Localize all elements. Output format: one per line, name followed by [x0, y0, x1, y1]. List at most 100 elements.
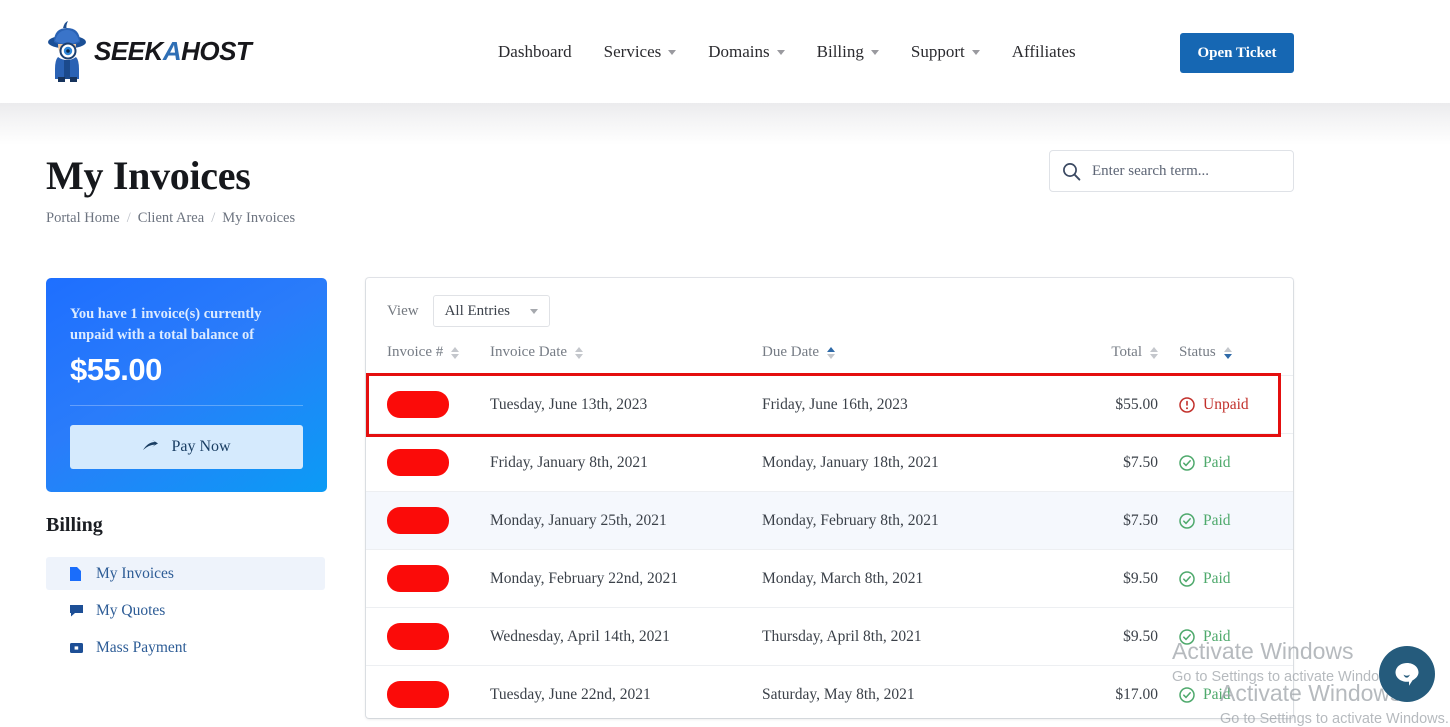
cell-due-date: Saturday, May 8th, 2021: [762, 666, 1040, 719]
table-header: Invoice # Invoice Date Due Date Total St…: [366, 336, 1293, 376]
cell-invoice-date: Tuesday, June 22nd, 2021: [490, 666, 762, 719]
status-label: Paid: [1203, 512, 1231, 530]
table-row[interactable]: Tuesday, June 22nd, 2021 Saturday, May 8…: [366, 666, 1293, 719]
breadcrumb-item-client-area[interactable]: Client Area: [138, 210, 204, 227]
redacted-invoice-number: [387, 681, 449, 708]
sidebar-item-my-invoices[interactable]: My Invoices: [46, 557, 325, 590]
nav-item-domains[interactable]: Domains: [692, 0, 800, 103]
invoices-table: Invoice # Invoice Date Due Date Total St…: [366, 336, 1293, 718]
cell-total: $55.00: [1040, 376, 1158, 434]
breadcrumb-item-portal-home[interactable]: Portal Home: [46, 210, 120, 227]
cell-due-date: Thursday, April 8th, 2021: [762, 608, 1040, 666]
chevron-down-icon: [871, 50, 879, 55]
column-label: Status: [1179, 344, 1216, 361]
nav-item-affiliates[interactable]: Affiliates: [996, 0, 1092, 103]
column-header-status[interactable]: Status: [1158, 336, 1293, 376]
search-input[interactable]: [1092, 151, 1281, 191]
page-title: My Invoices: [46, 152, 250, 199]
column-label: Total: [1111, 344, 1142, 361]
breadcrumb-item-my-invoices[interactable]: My Invoices: [222, 210, 295, 227]
cell-status: Paid: [1158, 608, 1293, 666]
chevron-down-icon: [668, 50, 676, 55]
chat-widget-button[interactable]: [1379, 646, 1435, 702]
column-header-total[interactable]: Total: [1040, 336, 1158, 376]
sort-icon-active-desc[interactable]: [1224, 347, 1232, 359]
sort-icon[interactable]: [451, 347, 459, 359]
nav-item-support[interactable]: Support: [895, 0, 996, 103]
unpaid-balance-message: You have 1 invoice(s) currently unpaid w…: [70, 304, 303, 346]
pay-now-button[interactable]: Pay Now: [70, 425, 303, 469]
nav-label: Dashboard: [498, 0, 572, 103]
nav-item-services[interactable]: Services: [588, 0, 693, 103]
cell-total: $7.50: [1040, 492, 1158, 550]
view-entries-select[interactable]: All Entries: [433, 295, 550, 327]
table-row[interactable]: Wednesday, April 14th, 2021 Thursday, Ap…: [366, 608, 1293, 666]
sidebar-item-mass-payment[interactable]: Mass Payment: [46, 631, 325, 664]
document-icon: [70, 567, 83, 581]
table-body: Tuesday, June 13th, 2023 Friday, June 16…: [366, 376, 1293, 719]
chat-bubble-icon: [1392, 659, 1422, 689]
arrow-right-icon: [142, 440, 159, 454]
search-box[interactable]: [1049, 150, 1294, 192]
brand-wordmark: SEEKAHOST: [94, 20, 251, 82]
cell-due-date: Monday, February 8th, 2021: [762, 492, 1040, 550]
table-toolbar: View All Entries: [366, 286, 1293, 336]
cell-invoice-date: Friday, January 8th, 2021: [490, 434, 762, 492]
nav-label: Domains: [708, 0, 769, 103]
brand-logo[interactable]: SEEKAHOST: [46, 20, 251, 82]
view-label: View: [387, 303, 419, 320]
check-circle-icon: [1179, 455, 1195, 471]
cell-status: Paid: [1158, 666, 1293, 719]
cell-invoice-number[interactable]: [366, 434, 490, 492]
check-circle-icon: [1179, 687, 1195, 703]
table-row[interactable]: Monday, January 25th, 2021 Monday, Febru…: [366, 492, 1293, 550]
brand-text-1: SEEK: [94, 36, 163, 66]
check-circle-icon: [1179, 571, 1195, 587]
cell-invoice-number[interactable]: [366, 376, 490, 434]
column-header-due-date[interactable]: Due Date: [762, 336, 1040, 376]
cell-total: $9.50: [1040, 550, 1158, 608]
sort-icon[interactable]: [1150, 347, 1158, 359]
sidebar-heading: Billing: [46, 514, 103, 537]
site-header: SEEKAHOST Dashboard Services Domains Bil…: [0, 0, 1450, 103]
open-ticket-button[interactable]: Open Ticket: [1180, 33, 1294, 73]
cell-invoice-number[interactable]: [366, 492, 490, 550]
table-row[interactable]: Tuesday, June 13th, 2023 Friday, June 16…: [366, 376, 1293, 434]
credit-card-icon: [70, 643, 83, 653]
brand-text-accent: A: [163, 36, 181, 66]
cell-invoice-number[interactable]: [366, 608, 490, 666]
column-label: Invoice #: [387, 344, 443, 361]
comment-flag-icon: [70, 605, 83, 617]
sidebar-item-my-quotes[interactable]: My Quotes: [46, 594, 325, 627]
table-row[interactable]: Monday, February 22nd, 2021 Monday, Marc…: [366, 550, 1293, 608]
cell-invoice-number[interactable]: [366, 550, 490, 608]
search-icon: [1062, 162, 1081, 181]
nav-item-dashboard[interactable]: Dashboard: [498, 0, 588, 103]
nav-label: Support: [911, 0, 965, 103]
cell-status: Paid: [1158, 434, 1293, 492]
cell-status: Unpaid: [1158, 376, 1293, 434]
sidebar-nav: My Invoices My Quotes Mass Payment: [46, 557, 325, 668]
sidebar-item-label: Mass Payment: [96, 639, 187, 657]
redacted-invoice-number: [387, 449, 449, 476]
exclamation-circle-icon: [1179, 397, 1195, 413]
check-circle-icon: [1179, 513, 1195, 529]
cell-invoice-number[interactable]: [366, 666, 490, 719]
redacted-invoice-number: [387, 507, 449, 534]
sort-icon[interactable]: [575, 347, 583, 359]
nav-item-billing[interactable]: Billing: [801, 0, 895, 103]
cell-due-date: Monday, January 18th, 2021: [762, 434, 1040, 492]
check-circle-icon: [1179, 629, 1195, 645]
status-label: Unpaid: [1203, 396, 1249, 414]
table-row[interactable]: Friday, January 8th, 2021 Monday, Januar…: [366, 434, 1293, 492]
column-header-invoice-date[interactable]: Invoice Date: [490, 336, 762, 376]
sort-icon-active-asc[interactable]: [827, 347, 835, 359]
chevron-down-icon: [777, 50, 785, 55]
sidebar-item-label: My Quotes: [96, 602, 165, 620]
cell-due-date: Monday, March 8th, 2021: [762, 550, 1040, 608]
cell-total: $9.50: [1040, 608, 1158, 666]
cell-total: $17.00: [1040, 666, 1158, 719]
column-header-invoice-number[interactable]: Invoice #: [366, 336, 490, 376]
pay-now-label: Pay Now: [171, 438, 230, 456]
invoices-panel: View All Entries Invoice # Invoice Date …: [366, 278, 1293, 718]
